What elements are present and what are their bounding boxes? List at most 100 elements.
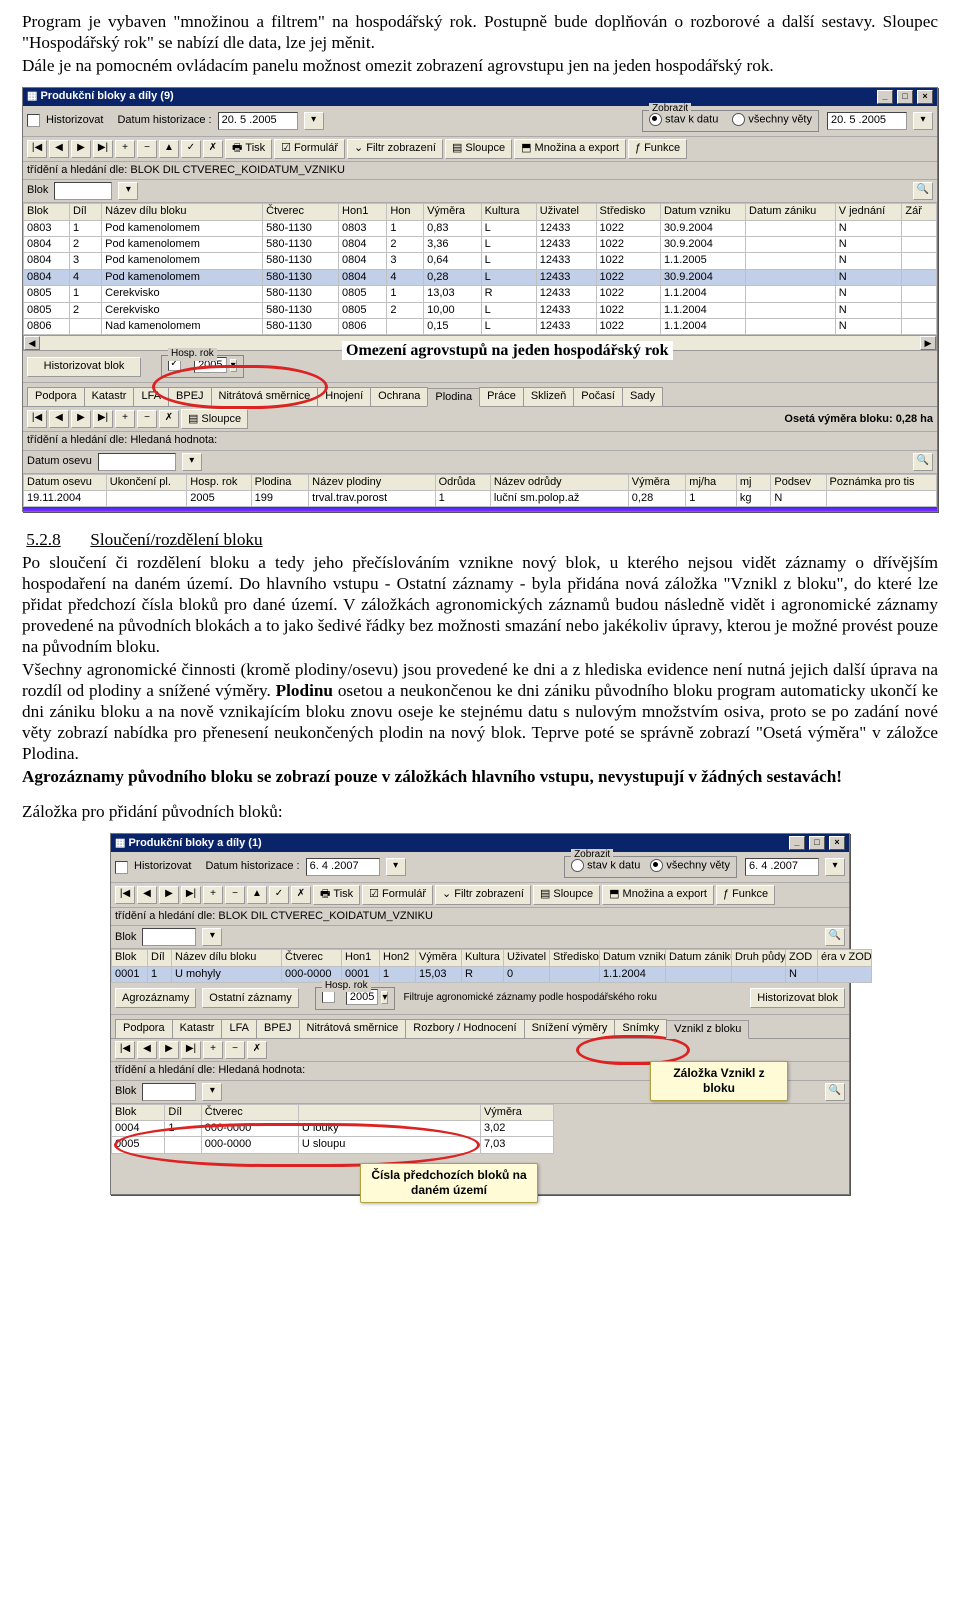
prev-record-button[interactable]: ◀ bbox=[137, 1041, 157, 1059]
column-header[interactable]: Zář bbox=[902, 204, 937, 220]
table-row[interactable]: 08042Pod kamenolomem580-1130080423,36L12… bbox=[24, 236, 937, 252]
tab-katastr[interactable]: Katastr bbox=[172, 1019, 223, 1038]
tab-lfa[interactable]: LFA bbox=[133, 387, 169, 406]
add-record-button[interactable]: + bbox=[203, 886, 223, 904]
dropdown-icon[interactable]: ▾ bbox=[381, 991, 388, 1004]
datum-historizace-input[interactable]: 20. 5 .2005 bbox=[218, 112, 298, 130]
funkce-button[interactable]: ƒFunkce bbox=[628, 139, 687, 159]
binoculars-icon[interactable]: 🔍 bbox=[913, 453, 933, 471]
column-header[interactable]: ZOD bbox=[786, 950, 818, 966]
historizovat-checkbox[interactable] bbox=[27, 114, 40, 127]
minimize-button[interactable]: _ bbox=[877, 90, 893, 104]
historizovat-checkbox[interactable] bbox=[115, 861, 128, 874]
tab-po-as-[interactable]: Počasí bbox=[573, 387, 623, 406]
delete-record-button[interactable]: − bbox=[137, 140, 157, 158]
cancel-record-button[interactable]: ✗ bbox=[291, 886, 311, 904]
tab-ochrana[interactable]: Ochrana bbox=[370, 387, 428, 406]
close-button[interactable]: × bbox=[829, 836, 845, 850]
column-header[interactable]: Výměra bbox=[424, 204, 481, 220]
column-header[interactable]: Výměra bbox=[480, 1104, 553, 1120]
dropdown-icon[interactable]: ▾ bbox=[118, 182, 138, 200]
tab-sady[interactable]: Sady bbox=[622, 387, 663, 406]
column-header[interactable]: éra v ZOD bbox=[818, 950, 872, 966]
prev-record-button[interactable]: ◀ bbox=[137, 886, 157, 904]
add-record-button[interactable]: + bbox=[115, 410, 135, 428]
filtr-zobrazeni-button[interactable]: ⌄Filtr zobrazení bbox=[347, 139, 443, 159]
table-row[interactable]: 08031Pod kamenolomem580-1130080310,83L12… bbox=[24, 220, 937, 236]
column-header[interactable]: Díl bbox=[148, 950, 172, 966]
column-header[interactable]: Datum vzniku bbox=[600, 950, 666, 966]
minimize-button[interactable]: _ bbox=[789, 836, 805, 850]
dropdown-icon[interactable]: ▾ bbox=[386, 858, 406, 876]
last-record-button[interactable]: ▶| bbox=[181, 886, 201, 904]
stav-k-datu-radio[interactable] bbox=[571, 859, 584, 872]
prev-record-button[interactable]: ◀ bbox=[49, 140, 69, 158]
dropdown-icon[interactable]: ▾ bbox=[230, 359, 237, 372]
column-header[interactable] bbox=[298, 1104, 480, 1120]
binoculars-icon[interactable]: 🔍 bbox=[825, 1083, 845, 1101]
binoculars-icon[interactable]: 🔍 bbox=[825, 928, 845, 946]
table-row[interactable]: 08052Cerekvisko580-11300805210,00L124331… bbox=[24, 302, 937, 318]
maximize-button[interactable]: □ bbox=[809, 836, 825, 850]
tab-nitr-tov-sm-rnice[interactable]: Nitrátová směrnice bbox=[211, 387, 319, 406]
prev-record-button[interactable]: ◀ bbox=[49, 410, 69, 428]
table-row[interactable]: 00041000-0000U louky3,02 bbox=[112, 1120, 554, 1136]
tab-podpora[interactable]: Podpora bbox=[115, 1019, 173, 1038]
tab-sn-en-v-m-ry[interactable]: Snížení výměry bbox=[524, 1019, 616, 1038]
sloupce-button[interactable]: ▤Sloupce bbox=[445, 139, 512, 159]
zobrazit-date-input[interactable]: 6. 4 .2007 bbox=[745, 858, 819, 876]
last-record-button[interactable]: ▶| bbox=[93, 410, 113, 428]
tab-podpora[interactable]: Podpora bbox=[27, 387, 85, 406]
column-header[interactable]: Název odrůdy bbox=[490, 474, 628, 490]
column-header[interactable]: Hon1 bbox=[339, 204, 387, 220]
first-record-button[interactable]: |◀ bbox=[115, 886, 135, 904]
column-header[interactable]: Název plodiny bbox=[309, 474, 435, 490]
column-header[interactable]: Blok bbox=[112, 950, 148, 966]
next-record-button[interactable]: ▶ bbox=[159, 886, 179, 904]
column-header[interactable]: Datum vzniku bbox=[660, 204, 745, 220]
sloupce-button[interactable]: ▤Sloupce bbox=[533, 885, 600, 905]
table-row[interactable]: 0005000-0000U sloupu7,03 bbox=[112, 1137, 554, 1153]
last-record-button[interactable]: ▶| bbox=[93, 140, 113, 158]
dropdown-icon[interactable]: ▾ bbox=[304, 112, 324, 130]
column-header[interactable]: Díl bbox=[165, 1104, 201, 1120]
column-header[interactable]: mj/ha bbox=[686, 474, 737, 490]
tab-rozbory-hodnocen-[interactable]: Rozbory / Hodnocení bbox=[405, 1019, 524, 1038]
column-header[interactable]: Hon bbox=[387, 204, 424, 220]
last-record-button[interactable]: ▶| bbox=[181, 1041, 201, 1059]
sub-blok-input[interactable] bbox=[142, 1083, 196, 1101]
first-record-button[interactable]: |◀ bbox=[115, 1041, 135, 1059]
formular-button[interactable]: ☑Formulář bbox=[362, 885, 433, 905]
tab-vznikl-z-bloku[interactable]: Vznikl z bloku bbox=[666, 1020, 749, 1039]
first-record-button[interactable]: |◀ bbox=[27, 410, 47, 428]
column-header[interactable]: Kultura bbox=[481, 204, 536, 220]
next-record-button[interactable]: ▶ bbox=[71, 410, 91, 428]
column-header[interactable]: Datum zániku bbox=[746, 204, 836, 220]
table-row[interactable]: 00011U mohyly000-00000001115,03R01.1.200… bbox=[112, 966, 872, 982]
mnozina-export-button[interactable]: ⬒Množina a export bbox=[514, 139, 626, 159]
column-header[interactable]: Odrůda bbox=[435, 474, 490, 490]
dropdown-icon[interactable]: ▾ bbox=[182, 453, 202, 471]
table-row[interactable]: 08051Cerekvisko580-11300805113,03R124331… bbox=[24, 286, 937, 302]
tab-sklize-[interactable]: Sklizeň bbox=[523, 387, 574, 406]
column-header[interactable]: Blok bbox=[24, 204, 70, 220]
historizovat-blok-button[interactable]: Historizovat blok bbox=[750, 988, 845, 1008]
column-header[interactable]: Výměra bbox=[416, 950, 462, 966]
column-header[interactable]: Datum osevu bbox=[24, 474, 107, 490]
vsechny-vety-radio[interactable] bbox=[650, 859, 663, 872]
tab-hnojen-[interactable]: Hnojení bbox=[317, 387, 371, 406]
column-header[interactable]: mj bbox=[736, 474, 770, 490]
binoculars-icon[interactable]: 🔍 bbox=[913, 182, 933, 200]
column-header[interactable]: Středisko bbox=[596, 204, 660, 220]
datum-osevu-input[interactable] bbox=[98, 453, 176, 471]
tab-bpej[interactable]: BPEJ bbox=[168, 387, 212, 406]
cancel-record-button[interactable]: ✗ bbox=[203, 140, 223, 158]
column-header[interactable]: Středisko bbox=[550, 950, 600, 966]
blok-field-input[interactable] bbox=[142, 928, 196, 946]
next-record-button[interactable]: ▶ bbox=[71, 140, 91, 158]
first-record-button[interactable]: |◀ bbox=[27, 140, 47, 158]
column-header[interactable]: V jednání bbox=[835, 204, 902, 220]
funkce-button[interactable]: ƒFunkce bbox=[716, 885, 775, 905]
column-header[interactable]: Blok bbox=[112, 1104, 165, 1120]
datum-historizace-input[interactable]: 6. 4 .2007 bbox=[306, 858, 380, 876]
